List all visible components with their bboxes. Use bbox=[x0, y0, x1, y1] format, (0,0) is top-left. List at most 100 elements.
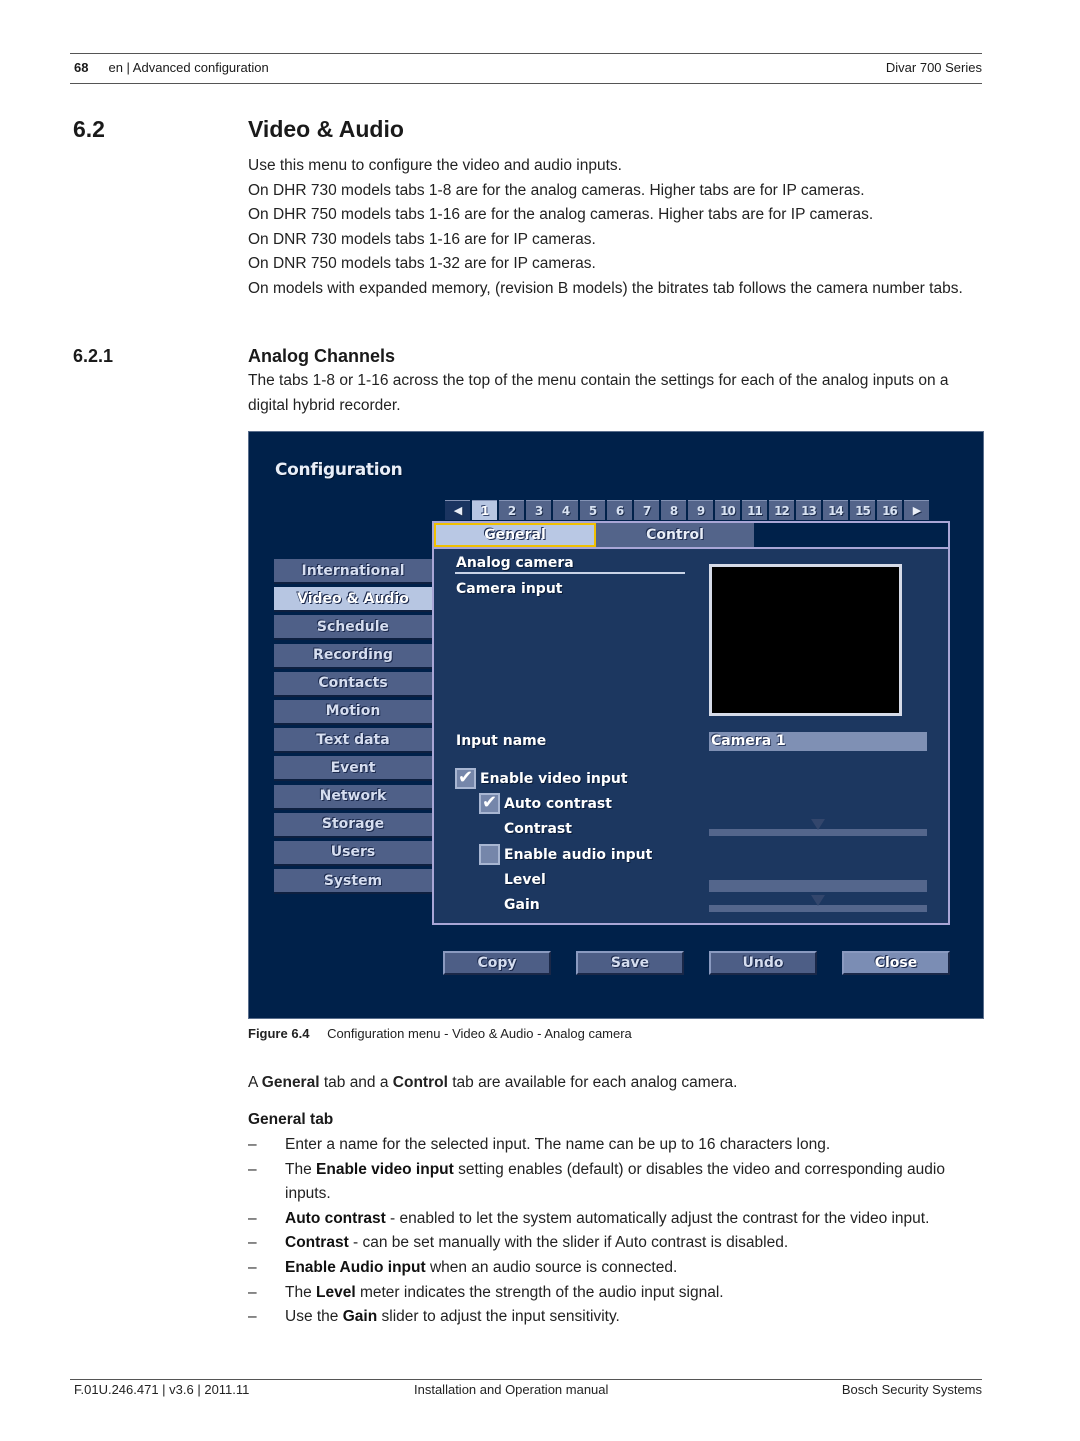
sidebar-item-schedule[interactable]: Schedule bbox=[274, 615, 432, 641]
list-item-body: - can be set manually with the slider if… bbox=[348, 1234, 789, 1252]
list-dash: – bbox=[248, 1308, 257, 1326]
section-number: 6.2 bbox=[73, 116, 105, 142]
camera-tab[interactable]: 2 bbox=[499, 500, 524, 520]
section-paragraph: On DHR 750 models tabs 1-16 are for the … bbox=[248, 206, 874, 224]
sidebar-item-recording[interactable]: Recording bbox=[274, 643, 432, 669]
list-item: – The Enable video input setting enables … bbox=[248, 1158, 983, 1207]
auto-contrast-label: Auto contrast bbox=[504, 796, 612, 812]
undo-button[interactable]: Undo bbox=[709, 951, 817, 975]
page-number: 68 bbox=[74, 59, 89, 75]
list-item-text: Use the Gain slider to adjust the input … bbox=[285, 1305, 620, 1330]
list-item: – Contrast - can be set manually with the… bbox=[248, 1231, 983, 1256]
list-item: – Enable Audio input when an audio source… bbox=[248, 1256, 983, 1281]
sidebar-item-international[interactable]: International bbox=[274, 559, 432, 584]
prev-tabs-arrow-icon[interactable]: ◀ bbox=[445, 500, 470, 520]
section-paragraph: On models with expanded memory, (revisio… bbox=[248, 279, 963, 297]
camera-tab[interactable]: 8 bbox=[661, 500, 686, 520]
checkmark-icon: ✔ bbox=[481, 792, 498, 813]
list-item-bold: Level bbox=[316, 1283, 356, 1301]
level-meter bbox=[709, 880, 927, 892]
camera-tab[interactable]: 10 bbox=[715, 500, 740, 520]
list-item-body: - enabled to let the system automaticall… bbox=[385, 1209, 930, 1227]
contrast-slider-thumb[interactable] bbox=[811, 819, 825, 830]
configuration-screenshot: Configuration ◀ 1 2 3 4 5 6 7 8 9 10 11 12 13 14 15 16 … bbox=[248, 431, 984, 1019]
gain-slider[interactable] bbox=[709, 895, 927, 912]
checkmark-icon: ✔ bbox=[457, 767, 474, 788]
figure-label: Figure bbox=[248, 1026, 288, 1041]
intro-text: tab are available for each analog camera… bbox=[447, 1074, 738, 1091]
sidebar-item-event[interactable]: Event bbox=[274, 756, 432, 782]
header-top-rule bbox=[70, 53, 982, 54]
list-item-text: Enter a name for the selected input. The… bbox=[285, 1133, 830, 1158]
sidebar-item-text-data[interactable]: Text data bbox=[274, 728, 432, 754]
contrast-label: Contrast bbox=[504, 821, 572, 837]
camera-tab[interactable]: 3 bbox=[526, 500, 551, 520]
figure-number: 6.4 bbox=[291, 1026, 310, 1041]
camera-tab[interactable]: 14 bbox=[823, 500, 848, 520]
general-tab-list: – Enter a name for the selected input. Th… bbox=[248, 1133, 983, 1330]
camera-tab[interactable]: 5 bbox=[580, 500, 605, 520]
general-tab-heading: General tab bbox=[248, 1111, 334, 1128]
copy-button[interactable]: Copy bbox=[443, 951, 551, 975]
camera-tab[interactable]: 16 bbox=[877, 500, 902, 520]
list-item: – Use the Gain slider to adjust the input… bbox=[248, 1305, 983, 1330]
camera-preview bbox=[709, 564, 902, 716]
camera-tab[interactable]: 11 bbox=[742, 500, 767, 520]
list-item-pre: Use the bbox=[285, 1308, 343, 1326]
camera-tab[interactable]: 9 bbox=[688, 500, 713, 520]
gain-slider-thumb[interactable] bbox=[811, 895, 825, 906]
input-name-field[interactable]: Camera 1 bbox=[709, 732, 927, 751]
sidebar-item-network[interactable]: Network bbox=[274, 784, 432, 810]
list-dash: – bbox=[248, 1283, 257, 1301]
list-item-bold: Auto contrast bbox=[285, 1209, 386, 1227]
list-item: – The Level meter indicates the strength … bbox=[248, 1281, 983, 1306]
save-button[interactable]: Save bbox=[576, 951, 684, 975]
enable-video-checkbox[interactable]: ✔ bbox=[455, 768, 476, 789]
list-dash: – bbox=[248, 1160, 257, 1178]
analog-camera-heading: Analog camera bbox=[456, 555, 574, 571]
list-item: – Auto contrast - enabled to let the syst… bbox=[248, 1207, 983, 1232]
intro-bold-control: Control bbox=[392, 1074, 448, 1091]
level-label: Level bbox=[504, 872, 546, 888]
list-item-text: The Enable video input setting enables (… bbox=[285, 1158, 983, 1207]
section-body: Use this menu to configure the video and… bbox=[248, 154, 983, 302]
tab-general[interactable]: General bbox=[434, 523, 596, 547]
sidebar-item-motion[interactable]: Motion bbox=[274, 699, 432, 725]
footer-rule bbox=[70, 1379, 982, 1380]
camera-tab[interactable]: 1 bbox=[472, 500, 497, 520]
figure-caption-text: Configuration menu - Video & Audio - Ana… bbox=[327, 1026, 632, 1041]
contrast-slider[interactable] bbox=[709, 819, 927, 836]
sidebar-item-video-audio[interactable]: Video & Audio bbox=[274, 587, 432, 613]
list-dash: – bbox=[248, 1209, 257, 1227]
sidebar-item-contacts[interactable]: Contacts bbox=[274, 671, 432, 697]
list-item-bold: Contrast bbox=[285, 1234, 349, 1252]
camera-tab[interactable]: 4 bbox=[553, 500, 578, 520]
camera-tab-bar: ◀ 1 2 3 4 5 6 7 8 9 10 11 12 13 14 15 16 ▶ bbox=[445, 500, 929, 520]
sidebar-item-storage[interactable]: Storage bbox=[274, 812, 432, 838]
section-paragraph: Use this menu to configure the video and… bbox=[248, 157, 622, 174]
camera-tab[interactable]: 12 bbox=[769, 500, 794, 520]
sidebar-item-users[interactable]: Users bbox=[274, 840, 432, 866]
list-item-text: The Level meter indicates the strength o… bbox=[285, 1281, 724, 1306]
camera-tab[interactable]: 15 bbox=[850, 500, 875, 520]
list-item-text: Contrast - can be set manually with the … bbox=[285, 1231, 788, 1256]
subsection-paragraph: The tabs 1-8 or 1-16 across the top of t… bbox=[248, 372, 949, 414]
close-button[interactable]: Close bbox=[842, 951, 950, 975]
config-sidebar: International Video & Audio Schedule Record… bbox=[274, 559, 432, 897]
list-dash: – bbox=[248, 1136, 257, 1153]
intro-text: A bbox=[248, 1074, 262, 1091]
section-paragraph: On DNR 750 models tabs 1-32 are for IP c… bbox=[248, 255, 596, 273]
section-title: Video & Audio bbox=[248, 116, 404, 142]
camera-tab[interactable]: 6 bbox=[607, 500, 632, 520]
subtab-bar: General Control bbox=[434, 523, 948, 549]
list-dash: – bbox=[248, 1258, 257, 1276]
enable-audio-checkbox[interactable] bbox=[479, 844, 500, 865]
list-item-bold: Enable Audio input bbox=[285, 1258, 426, 1276]
sidebar-item-system[interactable]: System bbox=[274, 869, 432, 895]
camera-tab[interactable]: 7 bbox=[634, 500, 659, 520]
tab-control[interactable]: Control bbox=[596, 523, 754, 547]
auto-contrast-checkbox[interactable]: ✔ bbox=[479, 793, 500, 814]
next-tabs-arrow-icon[interactable]: ▶ bbox=[904, 500, 929, 520]
enable-video-label: Enable video input bbox=[480, 771, 628, 787]
camera-tab[interactable]: 13 bbox=[796, 500, 821, 520]
